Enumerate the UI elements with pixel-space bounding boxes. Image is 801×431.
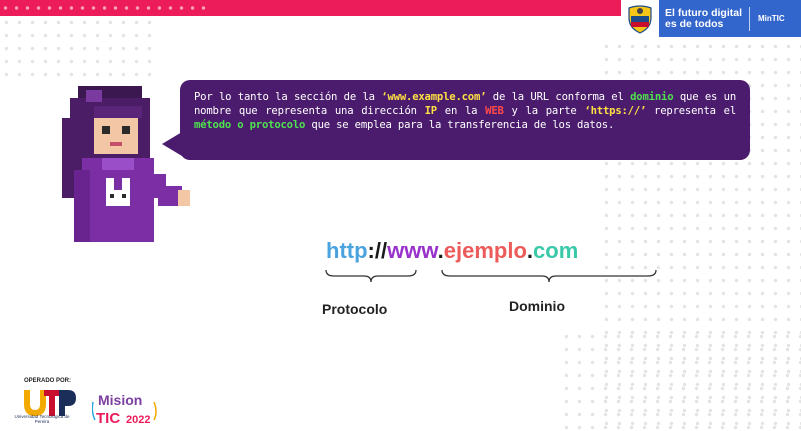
bubble-text-segment: de la URL conforma el xyxy=(486,91,631,103)
pixel-character-illustration xyxy=(62,86,190,242)
operated-by-label: OPERADO POR: xyxy=(24,378,72,384)
utp-name: Universidad Tecnológica de Pereira xyxy=(14,414,70,424)
mintic-label: MinTIC xyxy=(758,14,785,23)
gov-slogan: El futuro digital es de todos xyxy=(665,6,742,30)
bubble-text-segment: en la xyxy=(436,105,486,117)
colombia-shield-icon xyxy=(621,0,659,37)
bubble-text-highlight: método o protocolo xyxy=(194,119,306,131)
dot-pattern-top-left xyxy=(0,16,160,86)
url-protocol: http xyxy=(326,238,368,263)
speech-bubble-tail xyxy=(162,132,182,156)
bubble-text-segment: que se emplea para la transferencia de l… xyxy=(305,119,615,131)
bubble-text-segment: Por lo tanto la sección de la xyxy=(194,91,382,103)
domain-label: Dominio xyxy=(509,298,565,314)
mision-tic-logo: Mision TIC 2022 xyxy=(92,392,157,427)
url-www: www xyxy=(387,238,438,263)
protocol-brace xyxy=(325,269,417,283)
dot-pattern-bottom xyxy=(560,330,801,431)
bubble-text-highlight: IP xyxy=(424,105,438,117)
url-domain-name: ejemplo xyxy=(443,238,527,263)
url-tld: com xyxy=(533,238,579,263)
speech-bubble-text: Por lo tanto la sección de la ‘www.examp… xyxy=(194,90,736,132)
url-separator: :// xyxy=(367,238,388,263)
domain-brace xyxy=(441,269,657,283)
bubble-text-segment: representa el xyxy=(646,105,736,117)
top-bar-dots xyxy=(0,0,210,16)
bubble-text-highlight: WEB xyxy=(485,105,504,117)
year-text: 2022 xyxy=(126,414,150,426)
mision-text: Mision xyxy=(98,392,142,408)
bubble-text-highlight: ‘www.example.com’ xyxy=(381,91,487,103)
protocol-label: Protocolo xyxy=(322,301,388,317)
bubble-text-segment: y la parte xyxy=(503,105,585,117)
bubble-text-highlight: ‘https://’ xyxy=(584,105,647,117)
bubble-text-highlight: dominio xyxy=(630,91,674,103)
gov-banner: El futuro digital es de todos MinTIC xyxy=(621,0,801,37)
tic-text: TIC xyxy=(96,410,120,427)
example-url: http://www.ejemplo.com xyxy=(326,238,578,264)
